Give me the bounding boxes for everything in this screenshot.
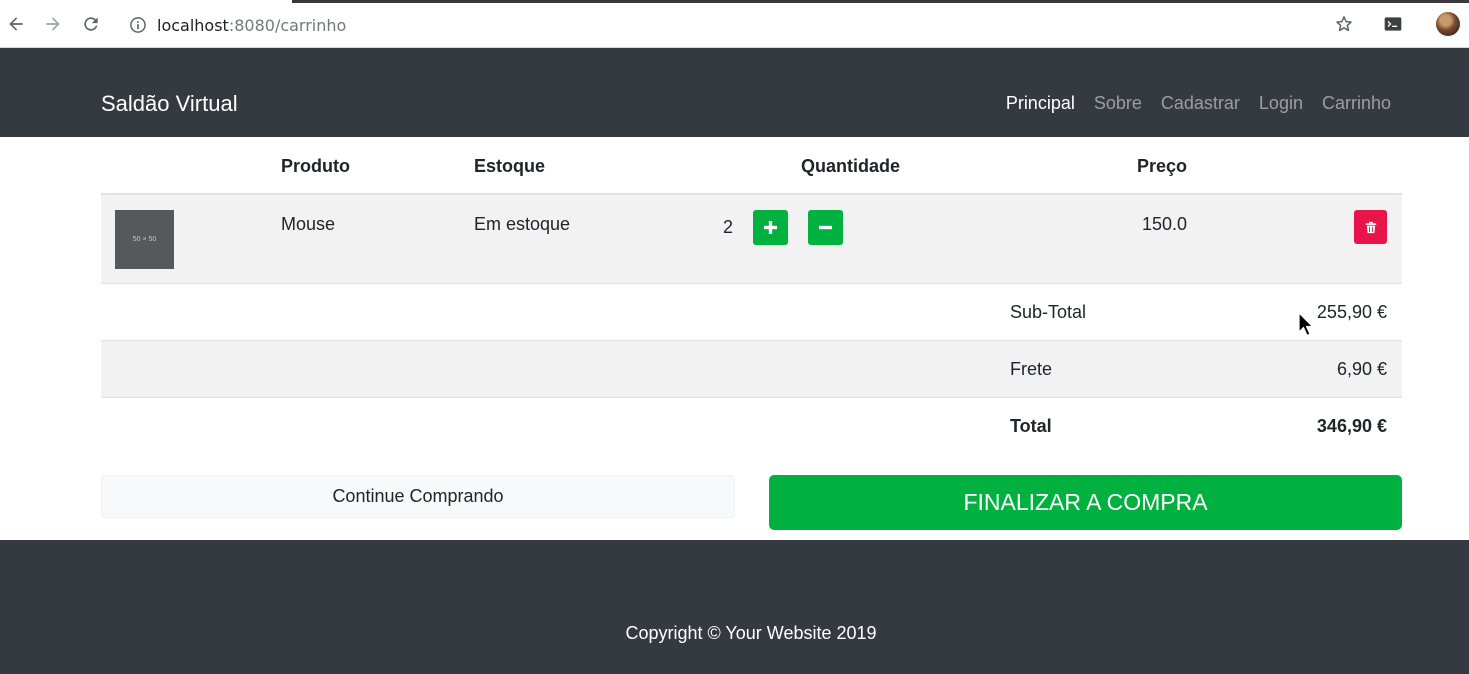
browser-tab-strip [292, 0, 1469, 3]
site-footer: Copyright © Your Website 2019 [0, 540, 1469, 674]
browser-toolbar: localhost:8080/carrinho [0, 0, 1469, 48]
header-produto: Produto [281, 156, 350, 176]
product-thumbnail: 50 × 50 [115, 210, 174, 269]
nav-link-principal[interactable]: Principal [1006, 93, 1075, 114]
table-header: Produto Estoque Quantidade Preço [101, 137, 1402, 195]
reload-icon[interactable] [79, 12, 103, 36]
header-quantidade: Quantidade [801, 156, 901, 176]
subtotal-row: Sub-Total 255,90 € [101, 284, 1402, 341]
product-price: 150.0 [1142, 214, 1188, 234]
subtotal-label: Sub-Total [1010, 302, 1087, 322]
total-row: Total 346,90 € [101, 398, 1402, 455]
info-icon[interactable] [128, 15, 148, 35]
increase-quantity-button[interactable] [753, 210, 788, 245]
nav-link-carrinho[interactable]: Carrinho [1322, 93, 1391, 114]
terminal-extension-icon[interactable] [1382, 13, 1404, 35]
subtotal-value: 255,90 € [1316, 302, 1387, 322]
checkout-button[interactable]: FINALIZAR A COMPRA [769, 475, 1402, 530]
url-host: localhost [157, 15, 229, 35]
nav-link-cadastrar[interactable]: Cadastrar [1161, 93, 1240, 114]
shipping-row: Frete 6,90 € [101, 341, 1402, 398]
forward-arrow-icon[interactable] [41, 12, 65, 36]
minus-icon [818, 225, 833, 230]
site-navbar: Saldão Virtual Principal Sobre Cadastrar… [0, 48, 1469, 137]
mouse-pointer-icon [1298, 312, 1314, 337]
header-preco: Preço [1137, 156, 1188, 176]
product-quantity: 2 [723, 217, 734, 237]
cart-table: Produto Estoque Quantidade Preço 50 × 50… [101, 137, 1402, 455]
nav-links: Principal Sobre Cadastrar Login Carrinho [1006, 93, 1391, 114]
decrease-quantity-button[interactable] [808, 210, 843, 245]
product-stock: Em estoque [474, 214, 571, 234]
continue-shopping-button[interactable]: Continue Comprando [101, 475, 735, 518]
table-row: 50 × 50 Mouse Em estoque 2 150.0 [101, 195, 1402, 284]
plus-icon [763, 220, 778, 235]
shipping-value: 6,90 € [1336, 359, 1387, 379]
remove-item-button[interactable] [1354, 210, 1387, 244]
total-label: Total [1010, 416, 1052, 436]
nav-link-sobre[interactable]: Sobre [1094, 93, 1142, 114]
total-value: 346,90 € [1316, 416, 1387, 436]
product-name: Mouse [281, 214, 336, 234]
star-icon[interactable] [1333, 13, 1355, 35]
url-path: :8080/carrinho [228, 15, 347, 35]
brand-logo[interactable]: Saldão Virtual [101, 91, 238, 117]
back-arrow-icon[interactable] [4, 12, 28, 36]
shipping-label: Frete [1010, 359, 1053, 379]
trash-icon [1365, 221, 1376, 233]
nav-link-login[interactable]: Login [1259, 93, 1303, 114]
address-bar[interactable]: localhost:8080/carrinho [120, 10, 1380, 40]
copyright-text: Copyright © Your Website 2019 [625, 623, 877, 643]
profile-avatar[interactable] [1436, 12, 1460, 36]
header-estoque: Estoque [474, 156, 546, 176]
